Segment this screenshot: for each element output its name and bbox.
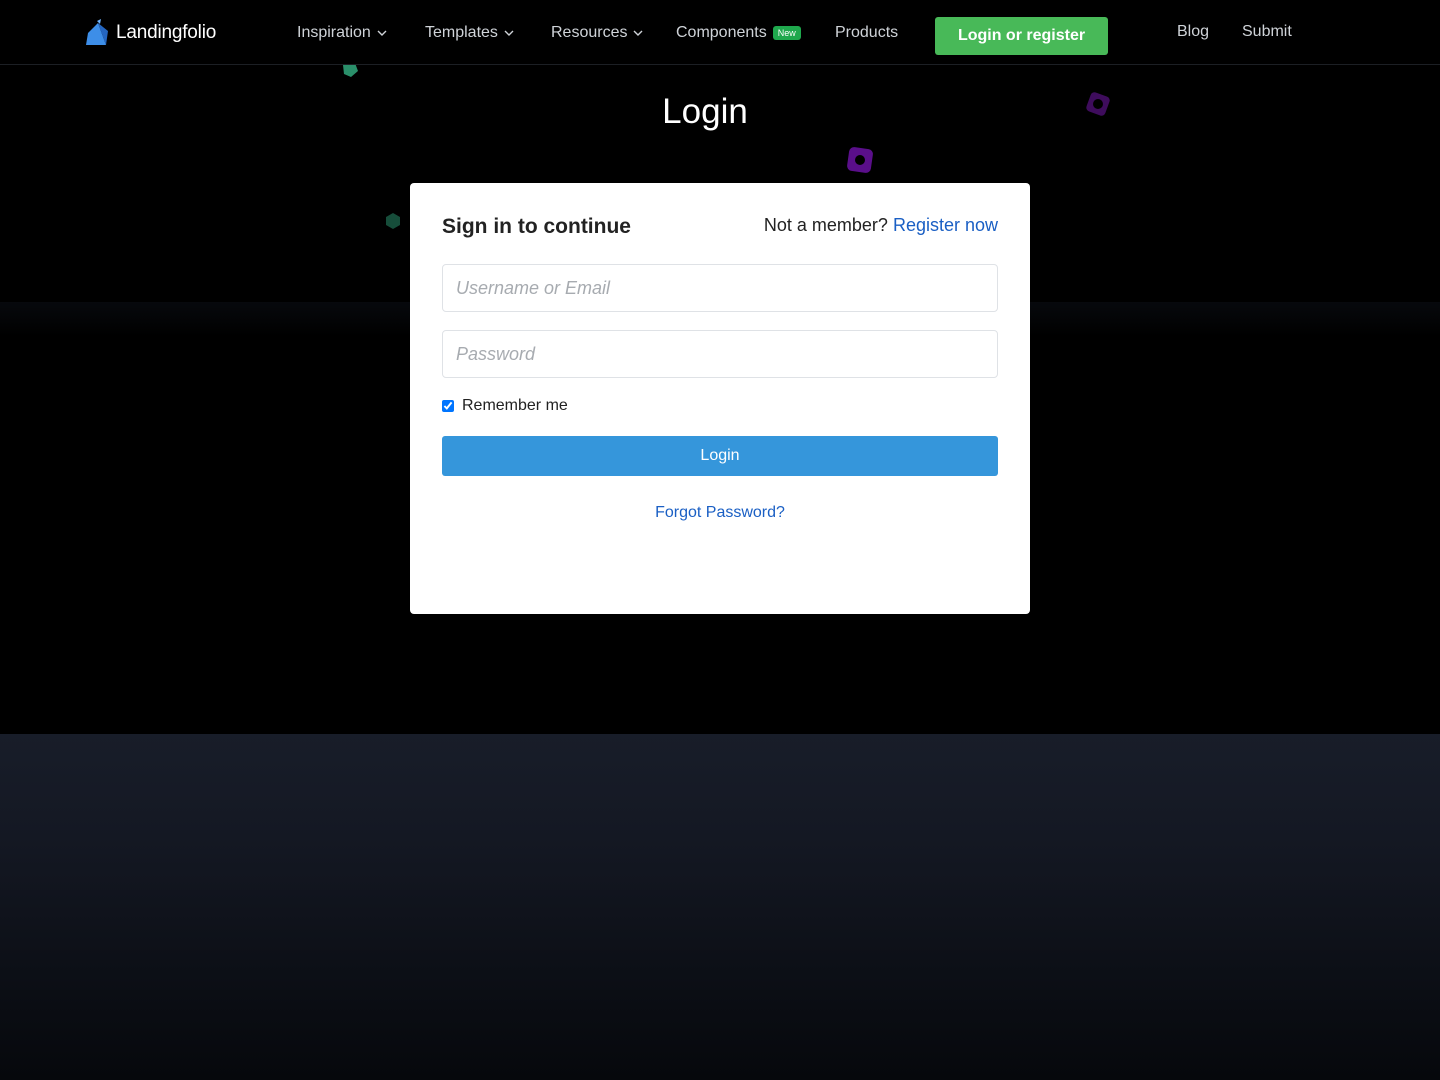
top-navbar: Landingfolio Inspiration Templates Resou… [0, 0, 1440, 65]
nav-item-label: Inspiration [297, 24, 371, 41]
nav-item-products[interactable]: Products [835, 24, 898, 42]
member-prompt-text: Not a member? [763, 215, 888, 235]
nav-item-label: Templates [425, 24, 498, 41]
chevron-down-icon [633, 30, 643, 36]
logo-text: Landingfolio [116, 22, 217, 43]
nav-item-label: Components [676, 24, 767, 41]
nav-item-inspiration[interactable]: Inspiration [297, 24, 387, 42]
nav-link-blog[interactable]: Blog [1177, 23, 1209, 41]
register-now-link[interactable]: Register now [893, 215, 998, 235]
password-input[interactable] [442, 330, 998, 378]
login-card-heading: Sign in to continue [442, 215, 631, 238]
remember-me-row[interactable]: Remember me [442, 397, 568, 415]
nav-item-label: Resources [551, 24, 628, 41]
nav-link-submit[interactable]: Submit [1242, 23, 1292, 41]
login-submit-button[interactable]: Login [442, 436, 998, 476]
nav-item-templates[interactable]: Templates [425, 24, 514, 42]
username-email-input[interactable] [442, 264, 998, 312]
nav-link-label: Submit [1242, 23, 1292, 40]
chevron-down-icon [504, 30, 514, 36]
login-or-register-button[interactable]: Login or register [935, 17, 1108, 55]
logo[interactable]: Landingfolio [84, 18, 216, 48]
remember-me-checkbox[interactable] [442, 400, 454, 412]
logo-mark-icon [86, 19, 108, 45]
remember-me-label: Remember me [462, 397, 568, 414]
footer-gradient-band [0, 734, 1440, 1080]
nav-item-label: Products [835, 24, 899, 41]
decorative-ring-icon [847, 147, 873, 173]
chevron-down-icon [377, 30, 387, 36]
nav-link-label: Blog [1177, 23, 1210, 40]
nav-item-components[interactable]: Components New [676, 24, 801, 42]
forgot-password-link[interactable]: Forgot Password? [410, 504, 1030, 522]
nav-item-resources[interactable]: Resources [551, 24, 643, 42]
new-badge: New [772, 26, 801, 40]
login-card: Sign in to continue Not a member? Regist… [410, 183, 1030, 614]
page-title: Login [662, 92, 748, 131]
decorative-hexagon-icon [386, 213, 400, 229]
register-prompt: Not a member? Register now [764, 215, 998, 236]
